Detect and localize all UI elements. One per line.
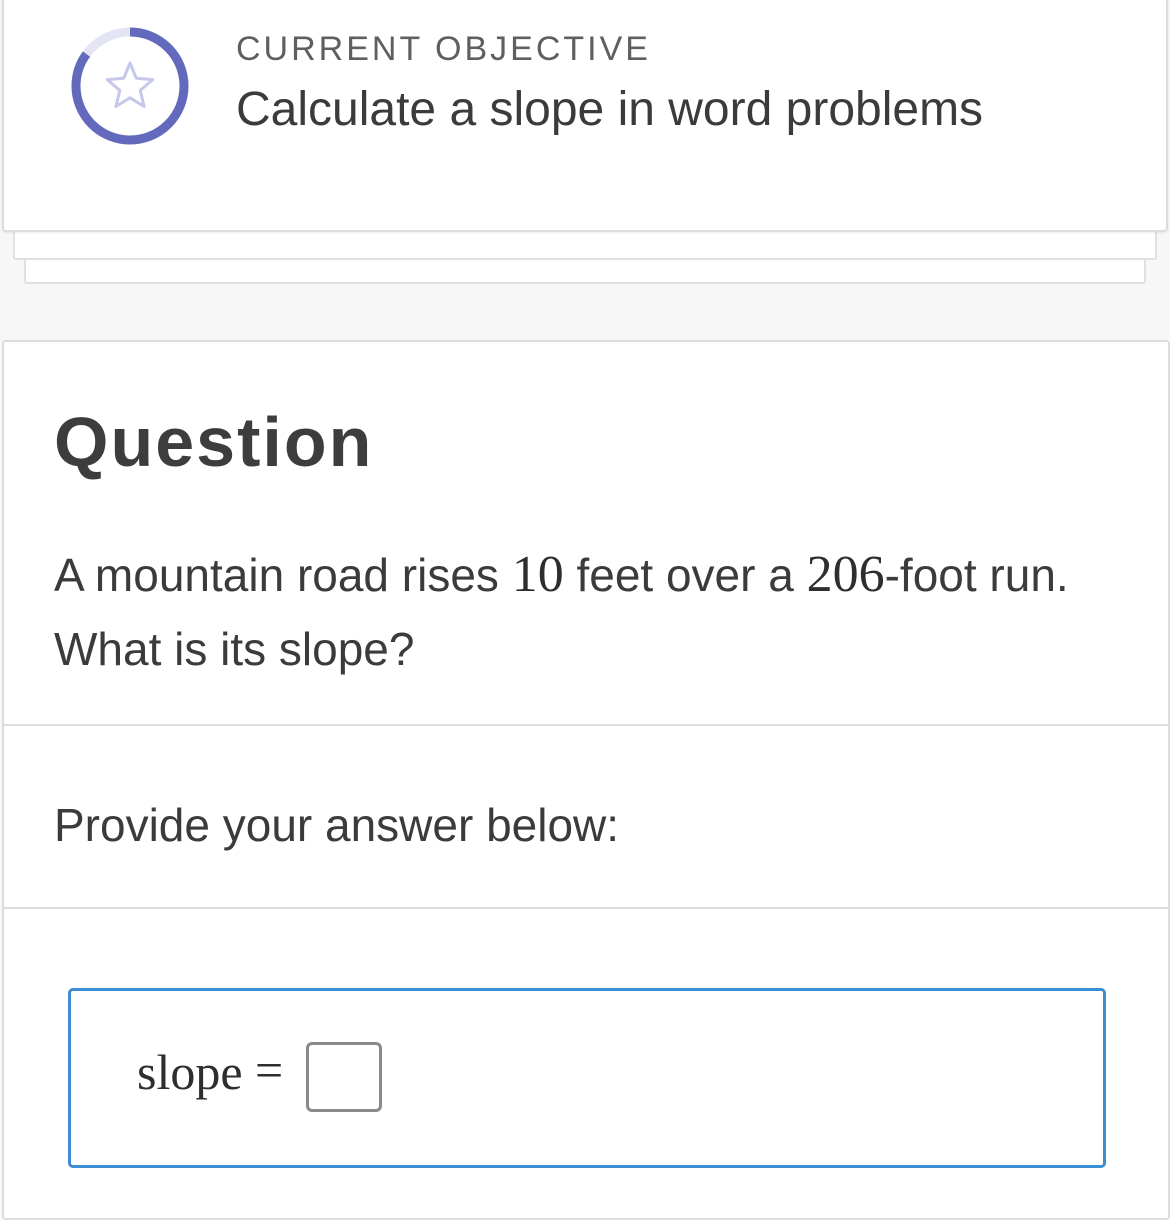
question-card: Question A mountain road rises 10 feet o… bbox=[2, 340, 1170, 1220]
rise-value: 10 bbox=[511, 546, 564, 603]
slope-label: slope bbox=[137, 1044, 243, 1100]
question-heading: Question bbox=[54, 403, 374, 481]
equals-sign: = bbox=[255, 1042, 284, 1098]
answer-box[interactable]: slope = bbox=[68, 988, 1106, 1168]
objective-stack: CURRENT OBJECTIVE Calculate a slope in w… bbox=[0, 0, 1170, 300]
star-icon bbox=[105, 61, 155, 108]
section-divider bbox=[4, 907, 1168, 909]
slope-answer-input[interactable] bbox=[306, 1042, 382, 1112]
current-objective-card[interactable]: CURRENT OBJECTIVE Calculate a slope in w… bbox=[2, 0, 1168, 232]
objective-progress-ring bbox=[71, 27, 189, 145]
answer-prompt: Provide your answer below: bbox=[54, 799, 620, 851]
run-value: 206 bbox=[806, 546, 885, 603]
objective-title: Calculate a slope in word problems bbox=[236, 83, 984, 136]
question-text-part: feet over a bbox=[563, 549, 807, 601]
question-text-part: A mountain road rises bbox=[54, 549, 512, 601]
objective-label: CURRENT OBJECTIVE bbox=[236, 30, 651, 68]
section-divider bbox=[4, 724, 1168, 726]
question-text: A mountain road rises 10 feet over a 206… bbox=[54, 538, 1114, 686]
